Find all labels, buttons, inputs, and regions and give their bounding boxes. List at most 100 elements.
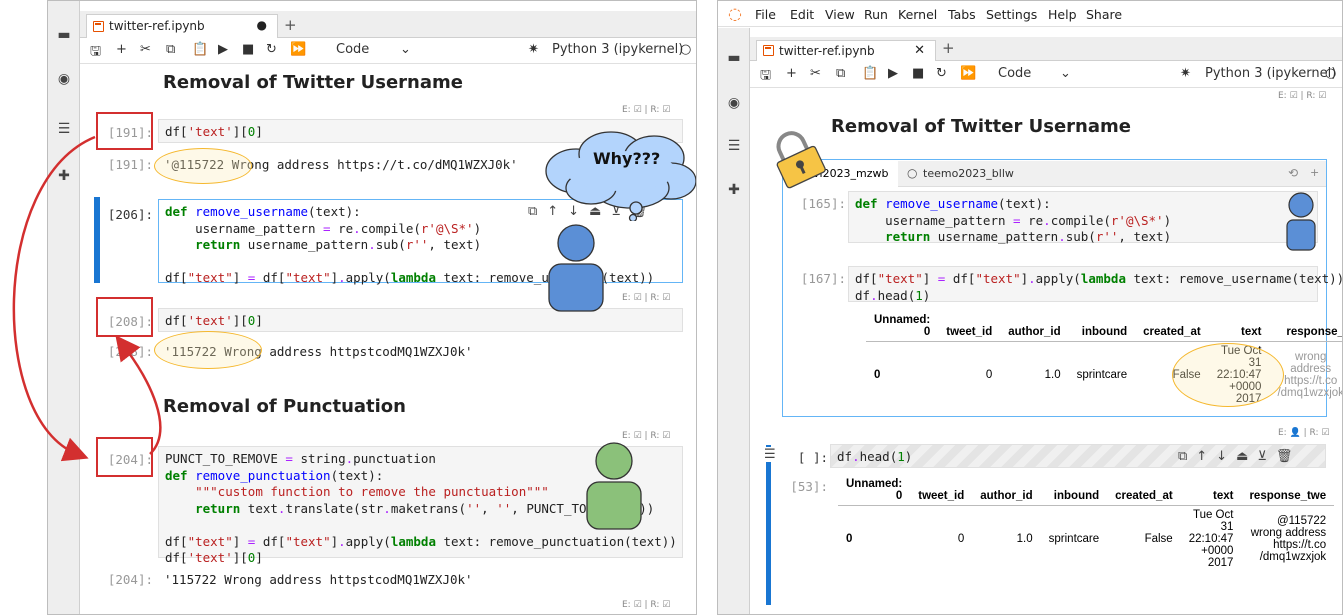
cell-type-select[interactable]: Code bbox=[336, 42, 369, 57]
extension-icon[interactable]: ✚ bbox=[726, 182, 742, 198]
table-header: author_id bbox=[972, 475, 1041, 506]
paste-icon[interactable]: 📋 bbox=[862, 66, 878, 81]
table-header-row: Unnamed: 0 tweet_id author_id inbound cr… bbox=[838, 475, 1342, 506]
kernel-name[interactable]: Python 3 (ipykernel) bbox=[1205, 66, 1336, 81]
running-icon[interactable]: ◉ bbox=[726, 95, 742, 111]
table-header: created_at bbox=[1107, 475, 1181, 506]
menu-help[interactable]: Help bbox=[1048, 7, 1077, 22]
table-header: tweet_id bbox=[910, 475, 973, 506]
active-cell-indicator bbox=[766, 445, 771, 605]
new-tab-button[interactable]: + bbox=[942, 39, 955, 57]
bug-icon[interactable]: ✷ bbox=[1180, 66, 1191, 81]
new-tab-button[interactable]: + bbox=[284, 16, 297, 34]
user-radio-icon[interactable]: ○ bbox=[907, 166, 917, 180]
fast-forward-icon[interactable]: ⏩ bbox=[960, 66, 976, 81]
add-cell-icon[interactable]: + bbox=[786, 66, 797, 81]
table-header: response_twe bbox=[1241, 475, 1335, 506]
stop-icon[interactable]: ■ bbox=[242, 42, 254, 57]
table-cell: Tue Oct 31 22:10:47 +0000 2017 bbox=[1188, 509, 1234, 569]
code-cell-165[interactable]: def remove_username(text): username_patt… bbox=[848, 191, 1318, 244]
menu-edit[interactable]: Edit bbox=[790, 7, 814, 22]
jupyter-logo-icon: ◌ bbox=[728, 4, 742, 23]
cell-meta-label: E: ☑ | R: ☑ bbox=[1278, 91, 1327, 101]
cell-meta-label: E: ☑ | R: ☑ bbox=[622, 293, 671, 303]
heading-twitter-username: Removal of Twitter Username bbox=[831, 116, 1131, 137]
table-header: author_id bbox=[1000, 311, 1069, 342]
table-header: created_at bbox=[1135, 311, 1209, 342]
table-header: text bbox=[1208, 311, 1270, 342]
blue-user-avatar-small bbox=[1286, 192, 1316, 251]
table-cell: 0 bbox=[874, 369, 881, 381]
table-cell: False bbox=[1144, 533, 1173, 545]
menu-bar: ◌ File Edit View Run Kernel Tabs Setting… bbox=[718, 1, 1342, 27]
sync-icon[interactable]: ⟲ bbox=[1288, 166, 1298, 180]
thought-cloud bbox=[545, 131, 696, 221]
chevron-down-icon[interactable]: ⌄ bbox=[400, 42, 411, 57]
stop-icon[interactable]: ■ bbox=[912, 66, 924, 81]
cell-type-select[interactable]: Code bbox=[998, 66, 1031, 81]
run-icon[interactable]: ▶ bbox=[888, 66, 898, 81]
copy-icon[interactable]: ⧉ bbox=[836, 66, 845, 81]
code-cell-167[interactable]: df["text"] = df["text"].apply(lambda tex… bbox=[848, 266, 1342, 303]
menu-tabs[interactable]: Tabs bbox=[948, 7, 976, 22]
cut-icon[interactable]: ✂ bbox=[810, 66, 821, 81]
close-tab-icon[interactable]: ✕ bbox=[914, 43, 925, 58]
menu-run[interactable]: Run bbox=[864, 7, 888, 22]
kernel-status-icon: ○ bbox=[1325, 66, 1337, 81]
lock-icon bbox=[776, 131, 826, 189]
prompt-empty: [ ]: bbox=[797, 450, 828, 465]
tab-bar: twitter-ref.ipynb ✕ + bbox=[750, 37, 1342, 61]
fast-forward-icon[interactable]: ⏩ bbox=[290, 42, 306, 57]
menu-view[interactable]: View bbox=[825, 7, 855, 22]
table-cell: sprintcare bbox=[1076, 369, 1128, 381]
cell-meta-label: E: ☑ | R: ☑ bbox=[622, 431, 671, 441]
chevron-down-icon[interactable]: ⌄ bbox=[1060, 66, 1071, 81]
tab-title: twitter-ref.ipynb bbox=[779, 44, 875, 58]
prompt-167: [167]: bbox=[800, 271, 846, 286]
unsaved-dot-icon[interactable]: ● bbox=[257, 18, 267, 32]
folder-icon[interactable]: ▬ bbox=[726, 50, 742, 66]
blue-user-avatar bbox=[548, 224, 604, 312]
menu-kernel[interactable]: Kernel bbox=[898, 7, 937, 22]
kernel-status-icon: ○ bbox=[680, 42, 692, 57]
right-notebook-panel: ◌ File Edit View Run Kernel Tabs Setting… bbox=[717, 0, 1343, 615]
table-header: tweet_id bbox=[938, 311, 1001, 342]
cloud-text: Why??? bbox=[593, 149, 661, 168]
green-user-avatar bbox=[586, 442, 642, 530]
table-header: text bbox=[1180, 475, 1242, 506]
left-sidebar: ▬ ◉ ☰ ✚ bbox=[718, 28, 750, 614]
restart-icon[interactable]: ↻ bbox=[266, 42, 277, 57]
restart-icon[interactable]: ↻ bbox=[936, 66, 947, 81]
toc-icon[interactable]: ☰ bbox=[726, 138, 742, 154]
table-header: response_ bbox=[1269, 311, 1342, 342]
table-cell: 0 bbox=[846, 533, 853, 545]
table-header-row: Unnamed: 0 tweet_id author_id inbound cr… bbox=[866, 311, 1342, 342]
cell-action-icons[interactable]: ⧉↑↓⏏⊻🗑 bbox=[1178, 449, 1301, 464]
highlight-ellipse-text bbox=[1172, 343, 1284, 407]
table-row: 0 0 1.0 sprintcare False Tue Oct 31 22:1… bbox=[838, 506, 1342, 573]
table-cell: @115722 wrong address https://t.co /dmq1… bbox=[1250, 515, 1327, 563]
cell-meta-label: E: ☑ | R: ☑ bbox=[622, 105, 671, 115]
table-cell: 0 bbox=[985, 369, 993, 381]
add-user-tab-icon[interactable]: + bbox=[1310, 166, 1319, 179]
cell-meta-label: E: ☑ | R: ☑ bbox=[622, 600, 671, 610]
menu-file[interactable]: File bbox=[755, 7, 776, 22]
bug-icon[interactable]: ✷ bbox=[528, 42, 539, 57]
table-cell: 0 bbox=[957, 533, 965, 545]
notebook-tab[interactable]: twitter-ref.ipynb ✕ bbox=[756, 40, 936, 61]
user-tab-teemo2023[interactable]: teemo2023_bllw bbox=[923, 167, 1014, 180]
annotation-arrows bbox=[12, 135, 162, 462]
table-cell: 1.0 bbox=[1044, 369, 1061, 381]
user-tabs: vi2023_mzwb ○ teemo2023_bllw ⟲ + bbox=[783, 161, 1326, 187]
notebook-icon bbox=[763, 45, 774, 56]
table-cell: 1.0 bbox=[1016, 533, 1033, 545]
kernel-name[interactable]: Python 3 (ipykernel) bbox=[552, 42, 683, 57]
menu-share[interactable]: Share bbox=[1086, 7, 1122, 22]
table-header: inbound bbox=[1068, 311, 1136, 342]
collapse-icon[interactable]: ☰ bbox=[764, 447, 776, 462]
save-icon[interactable]: 🖫 bbox=[760, 66, 771, 88]
menu-settings[interactable]: Settings bbox=[986, 7, 1037, 22]
dataframe-output-2: Unnamed: 0 tweet_id author_id inbound cr… bbox=[838, 475, 1342, 573]
table-header: inbound bbox=[1040, 475, 1108, 506]
table-cell: sprintcare bbox=[1048, 533, 1100, 545]
